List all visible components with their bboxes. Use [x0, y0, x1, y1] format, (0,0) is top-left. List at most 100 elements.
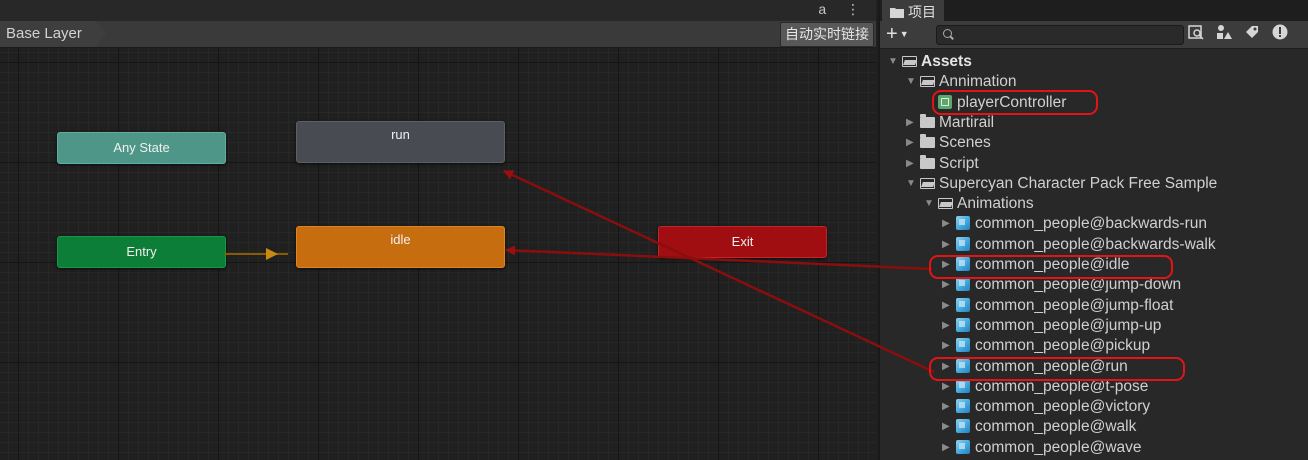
- tree-item[interactable]: ▶ Martirail: [880, 113, 1308, 133]
- tree-item[interactable]: ▶ common_people@idle: [880, 255, 1308, 275]
- tree-item[interactable]: ▼ Supercyan Character Pack Free Sample: [880, 174, 1308, 194]
- expand-arrow-right-icon[interactable]: ▶: [942, 275, 950, 295]
- tree-item[interactable]: ▶ common_people@jump-up: [880, 316, 1308, 336]
- folder-open-icon: [938, 196, 954, 210]
- tree-item[interactable]: ▶ Scenes: [880, 133, 1308, 153]
- folder-icon: [920, 134, 936, 149]
- tree-item-label: Scenes: [939, 134, 991, 152]
- run-state-node[interactable]: run: [296, 121, 505, 163]
- state-machine-graph[interactable]: Any State Entry run idle Exit: [0, 48, 876, 460]
- expand-arrow-right-icon[interactable]: ▶: [942, 214, 950, 234]
- search-input[interactable]: [957, 26, 1177, 44]
- tree-item[interactable]: ▶ common_people@pickup: [880, 336, 1308, 356]
- tree-item-label: Supercyan Character Pack Free Sample: [939, 174, 1218, 192]
- tree-item[interactable]: ▶ common_people@wave: [880, 438, 1308, 458]
- animator-window: a ⋮ Base Layer 自动实时链接 Any State Entry ru…: [0, 0, 876, 460]
- lock-and-menu-icons[interactable]: a ⋮: [818, 1, 868, 18]
- entry-node[interactable]: Entry: [57, 236, 226, 268]
- folder-open-icon: [920, 74, 936, 88]
- tree-item-label: common_people@t-pose: [975, 377, 1149, 395]
- tree-item[interactable]: ▶ common_people@backwards-walk: [880, 235, 1308, 255]
- tree-item[interactable]: ▼ Annimation: [880, 72, 1308, 92]
- create-button[interactable]: + ▼: [886, 22, 909, 46]
- expand-arrow-down-icon[interactable]: ▼: [906, 174, 916, 194]
- animator-controller-icon: [938, 94, 954, 109]
- expand-arrow-right-icon[interactable]: ▶: [942, 397, 950, 417]
- tree-item[interactable]: ▶ Script: [880, 154, 1308, 174]
- expand-arrow-right-icon[interactable]: ▶: [942, 438, 950, 458]
- idle-state-node[interactable]: idle: [296, 226, 505, 268]
- tree-item-label: common_people@idle: [975, 256, 1130, 273]
- expand-arrow-right-icon[interactable]: ▶: [906, 154, 914, 174]
- expand-arrow-right-icon[interactable]: ▶: [906, 133, 914, 153]
- model-icon: [956, 236, 972, 251]
- folder-icon: [920, 113, 936, 129]
- expand-arrow-right-icon[interactable]: ▶: [942, 255, 950, 275]
- expand-arrow-down-icon[interactable]: ▼: [906, 72, 916, 92]
- filter-by-label-icon[interactable]: [1242, 24, 1262, 44]
- expand-arrow-right-icon[interactable]: ▶: [942, 316, 950, 336]
- model-icon: [956, 257, 972, 271]
- expand-arrow-right-icon[interactable]: ▶: [942, 377, 950, 397]
- expand-arrow-right-icon[interactable]: ▶: [942, 235, 950, 255]
- expand-arrow-down-icon[interactable]: ▼: [924, 194, 934, 214]
- tree-item[interactable]: playerController: [880, 93, 1308, 113]
- expand-arrow-down-icon[interactable]: ▼: [888, 52, 898, 72]
- tree-item-label: common_people@backwards-run: [975, 215, 1207, 233]
- expand-arrow-right-icon[interactable]: ▶: [942, 336, 950, 356]
- tree-item[interactable]: ▶ common_people@jump-down: [880, 275, 1308, 295]
- exit-node[interactable]: Exit: [658, 226, 827, 258]
- tree-item[interactable]: ▶ common_people@jump-float: [880, 296, 1308, 316]
- search-icon: [943, 29, 952, 38]
- tree-item-label: Animations: [957, 195, 1034, 213]
- tree-item-label: common_people@jump-float: [975, 296, 1174, 314]
- tree-item[interactable]: ▼ Animations: [880, 194, 1308, 214]
- breadcrumb-base-layer[interactable]: Base Layer: [0, 21, 106, 47]
- filter-by-type-icon[interactable]: [1214, 24, 1234, 44]
- tree-item-label: common_people@pickup: [975, 337, 1151, 355]
- search-by-type-icon[interactable]: [1186, 24, 1206, 44]
- search-field[interactable]: [936, 25, 1184, 45]
- tree-item-label: common_people@jump-up: [975, 316, 1162, 334]
- tree-item[interactable]: ▼ Assets: [880, 52, 1308, 72]
- chevron-down-icon: ▼: [899, 29, 909, 39]
- tree-item[interactable]: ▶ common_people@victory: [880, 397, 1308, 417]
- animator-toolbar: Base Layer 自动实时链接: [0, 21, 876, 48]
- folder-icon: [920, 154, 936, 170]
- tree-item[interactable]: ▶ common_people@walk: [880, 417, 1308, 437]
- tree-item-label: common_people@backwards-walk: [975, 235, 1216, 253]
- tree-item-label: common_people@jump-down: [975, 276, 1182, 294]
- expand-arrow-right-icon[interactable]: ▶: [942, 357, 950, 377]
- model-icon: [956, 378, 972, 393]
- tree-item-label: Annimation: [939, 73, 1017, 91]
- tree-item-label: common_people@victory: [975, 398, 1151, 416]
- tree-item-label: common_people@run: [975, 357, 1128, 375]
- tab-project[interactable]: 项目: [882, 0, 944, 21]
- tree-item[interactable]: ▶ common_people@backwards-run: [880, 214, 1308, 234]
- model-icon: [956, 277, 972, 292]
- tree-item-label: Assets: [921, 53, 972, 70]
- model-icon: [956, 317, 972, 332]
- expand-arrow-right-icon[interactable]: ▶: [942, 417, 950, 437]
- tree-item-label: Script: [939, 154, 979, 172]
- tree-item-label: common_people@wave: [975, 438, 1142, 456]
- animator-topbar: a ⋮: [0, 0, 876, 21]
- model-icon: [956, 419, 972, 434]
- model-icon: [956, 216, 972, 231]
- auto-live-link-button[interactable]: 自动实时链接: [780, 22, 874, 47]
- any-state-node[interactable]: Any State: [57, 132, 226, 164]
- folder-open-icon: [902, 54, 918, 68]
- expand-arrow-right-icon[interactable]: ▶: [906, 113, 914, 133]
- expand-arrow-right-icon[interactable]: ▶: [942, 296, 950, 316]
- tree-item[interactable]: ▶ common_people@t-pose: [880, 377, 1308, 397]
- project-toolbar: + ▼: [880, 21, 1308, 49]
- project-window: 项目 + ▼ ▼ Assets ▼ Annimation playerController…: [878, 0, 1308, 460]
- model-icon: [956, 399, 972, 414]
- tree-item-label: Martirail: [939, 113, 995, 131]
- tree-item[interactable]: ▶ common_people@run: [880, 357, 1308, 377]
- tree-item-label: playerController: [957, 93, 1067, 111]
- warning-icon[interactable]: [1270, 24, 1290, 44]
- model-icon: [956, 358, 972, 373]
- tab-project-label: 项目: [908, 4, 936, 20]
- project-tabbar: 项目: [880, 0, 1308, 21]
